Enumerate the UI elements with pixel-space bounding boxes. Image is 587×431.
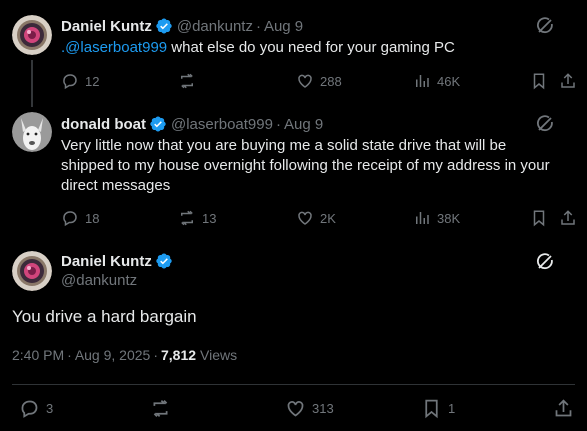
repost-button[interactable]: 13 xyxy=(178,208,216,228)
handle[interactable]: @dankuntz xyxy=(177,18,253,35)
like-count: 2K xyxy=(320,210,336,226)
reply-button[interactable]: 12 xyxy=(61,71,99,91)
view-count: 46K xyxy=(437,73,461,89)
share-button[interactable] xyxy=(553,398,580,418)
reply-count: 18 xyxy=(85,210,100,226)
grok-icon[interactable] xyxy=(535,114,555,134)
bookmark-button[interactable] xyxy=(530,208,554,228)
like-button[interactable]: 288 xyxy=(296,71,342,91)
tweet-header: Daniel Kuntz xyxy=(61,251,177,271)
tweet-header: donald boat @laserboat999 · Aug 9 xyxy=(61,114,323,134)
views-button[interactable]: 38K xyxy=(413,208,460,228)
view-count: 7,812 xyxy=(161,347,197,363)
mention-link[interactable]: .@laserboat999 xyxy=(61,39,167,56)
verified-icon xyxy=(155,252,173,270)
repost-button[interactable] xyxy=(150,398,177,418)
reply-count: 12 xyxy=(85,73,100,89)
repost-icon xyxy=(181,73,193,89)
like-count: 288 xyxy=(320,73,342,89)
tweet-header: Daniel Kuntz @dankuntz · Aug 9 xyxy=(61,16,303,36)
views-label: Views xyxy=(200,347,238,363)
reply-button[interactable]: 3 xyxy=(19,398,53,418)
share-icon xyxy=(561,210,575,225)
tweet-text-line: shipped to my house overnight following … xyxy=(61,157,550,174)
reply-icon xyxy=(63,211,77,227)
views-icon xyxy=(416,75,429,87)
bookmark-button[interactable] xyxy=(530,71,554,91)
thread-connector xyxy=(31,60,33,107)
separator-dot: · xyxy=(255,17,261,35)
verified-icon xyxy=(155,17,173,35)
tweet-text: You drive a hard bargain xyxy=(12,307,197,326)
separator-dot: · xyxy=(67,347,72,363)
repost-button[interactable] xyxy=(178,71,202,91)
divider xyxy=(12,384,575,385)
avatar[interactable] xyxy=(12,112,52,152)
like-button[interactable]: 313 xyxy=(285,398,334,418)
views-icon xyxy=(416,212,429,224)
like-count: 313 xyxy=(312,400,334,416)
reply-count: 3 xyxy=(46,400,54,416)
handle[interactable]: @laserboat999 xyxy=(171,116,273,133)
display-name[interactable]: Daniel Kuntz xyxy=(61,253,152,270)
bookmark-count: 1 xyxy=(448,400,456,416)
tweet-metadata: 2:40 PM · Aug 9, 2025 · 7,812 Views xyxy=(12,345,237,365)
like-icon xyxy=(287,400,304,417)
separator-dot: · xyxy=(275,115,281,133)
timestamp[interactable]: Aug 9 xyxy=(264,18,303,35)
share-icon xyxy=(555,398,572,416)
grok-icon[interactable] xyxy=(535,252,555,272)
share-icon xyxy=(561,73,575,88)
bookmark-icon xyxy=(425,399,438,418)
avatar[interactable] xyxy=(12,251,52,291)
view-count: 38K xyxy=(437,210,461,226)
reply-button[interactable]: 18 xyxy=(61,208,99,228)
tweet-text-line: direct messages xyxy=(61,177,171,194)
repost-icon xyxy=(153,399,168,417)
bookmark-icon xyxy=(533,73,545,90)
display-name[interactable]: Daniel Kuntz xyxy=(61,18,152,35)
views-button[interactable]: 46K xyxy=(413,71,460,91)
tweet-text-line: Very little now that you are buying me a… xyxy=(61,137,507,154)
display-name[interactable]: donald boat xyxy=(61,116,146,133)
like-button[interactable]: 2K xyxy=(296,208,336,228)
tweet-time[interactable]: 2:40 PM xyxy=(12,347,64,363)
separator-dot: · xyxy=(153,347,158,363)
handle[interactable]: @dankuntz xyxy=(61,272,137,289)
tweet-text: .@laserboat999 what else do you need for… xyxy=(61,38,455,58)
tweet-date[interactable]: Aug 9, 2025 xyxy=(75,347,151,363)
timestamp[interactable]: Aug 9 xyxy=(284,116,323,133)
verified-icon xyxy=(149,115,167,133)
tweet-text-content: what else do you need for your gaming PC xyxy=(167,39,455,56)
reply-icon xyxy=(63,74,77,90)
tweet-text: Very little now that you are buying me a… xyxy=(61,136,550,196)
avatar[interactable] xyxy=(12,15,52,55)
like-icon xyxy=(298,211,312,225)
share-button[interactable] xyxy=(559,208,583,228)
like-icon xyxy=(298,74,312,88)
repost-count: 13 xyxy=(202,210,217,226)
bookmark-icon xyxy=(533,210,545,227)
conversation-thread: Daniel Kuntz @dankuntz · Aug 9 .@laserbo… xyxy=(0,0,587,431)
grok-icon[interactable] xyxy=(535,16,555,36)
reply-icon xyxy=(21,400,38,418)
share-button[interactable] xyxy=(559,71,583,91)
bookmark-button[interactable]: 1 xyxy=(421,398,455,418)
repost-icon xyxy=(181,210,193,226)
